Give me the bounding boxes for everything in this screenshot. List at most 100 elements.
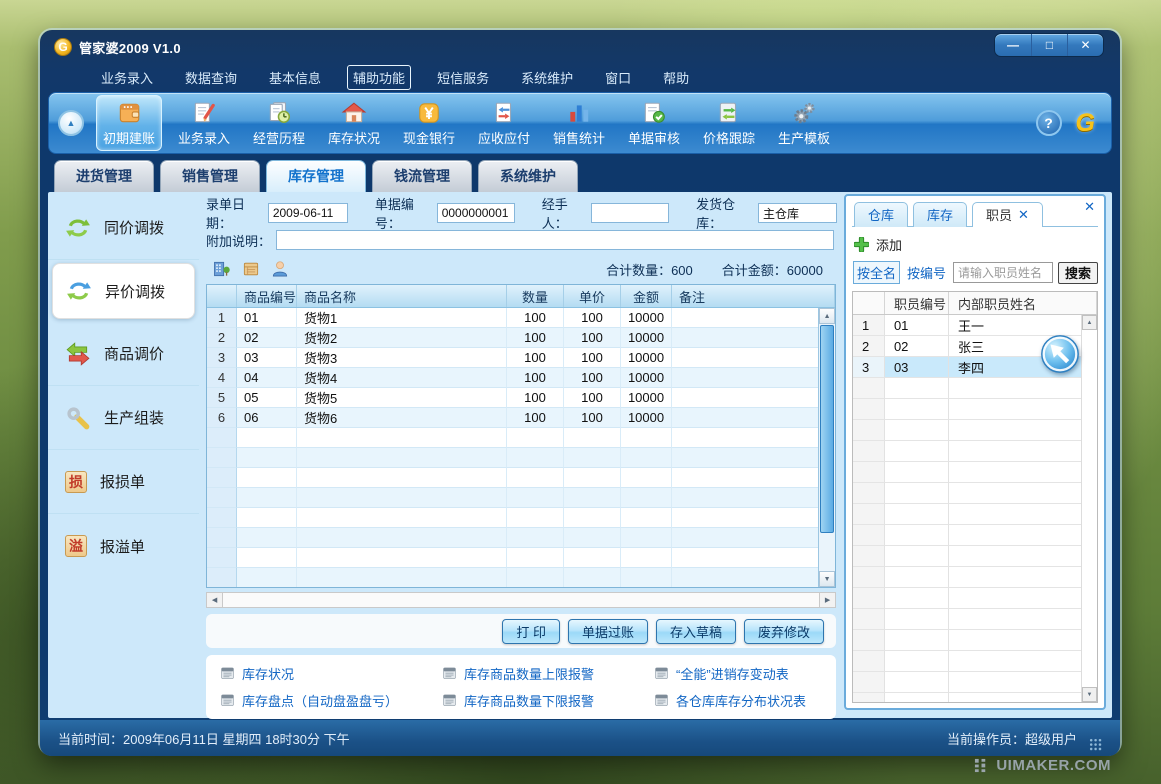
cell-quantity[interactable]: 100 <box>507 348 564 368</box>
cell-amount[interactable]: 10000 <box>621 308 672 328</box>
tab-purchase-management[interactable]: 进货管理 <box>54 160 154 192</box>
goods-box-icon[interactable] <box>241 259 261 279</box>
entry-date-field[interactable] <box>268 203 348 223</box>
toolbar-item-business-entry[interactable]: 业务录入 <box>171 95 237 151</box>
post-document-button[interactable]: 单据过账 <box>568 619 648 644</box>
cell-employee-code[interactable]: 01 <box>885 315 949 336</box>
cell-product-name[interactable]: 货物5 <box>297 388 507 408</box>
tab-sales-management[interactable]: 销售管理 <box>160 160 260 192</box>
resize-grip[interactable] <box>1089 738 1102 751</box>
maximize-button[interactable]: □ <box>1031 34 1067 56</box>
sidebar-item-price-adjustment[interactable]: 商品调价 <box>48 322 199 386</box>
menu-item-system-maintenance[interactable]: 系统维护 <box>515 65 579 90</box>
cell-unit-price[interactable]: 100 <box>564 368 621 388</box>
tab-cashflow-management[interactable]: 钱流管理 <box>372 160 472 192</box>
cell-product-name[interactable]: 货物3 <box>297 348 507 368</box>
sidebar-item-overflow-report[interactable]: 溢 报溢单 <box>48 514 199 578</box>
sidebar-item-loss-report[interactable]: 损 报损单 <box>48 450 199 514</box>
cell-amount[interactable]: 10000 <box>621 408 672 428</box>
tab-system-maintenance[interactable]: 系统维护 <box>478 160 578 192</box>
menu-item-basic-info[interactable]: 基本信息 <box>263 65 327 90</box>
menu-item-data-query[interactable]: 数据查询 <box>179 65 243 90</box>
cell-unit-price[interactable]: 100 <box>564 348 621 368</box>
scroll-up-icon[interactable]: ▲ <box>1082 315 1097 330</box>
company-building-icon[interactable] <box>212 259 232 279</box>
scroll-right-icon[interactable]: ▶ <box>819 593 835 607</box>
additional-note-field[interactable] <box>276 230 834 250</box>
filter-by-fullname[interactable]: 按全名 <box>853 261 900 284</box>
cell-note[interactable] <box>672 348 835 368</box>
menu-item-aux-functions[interactable]: 辅助功能 <box>347 65 411 90</box>
scroll-up-icon[interactable]: ▲ <box>819 308 835 324</box>
cell-unit-price[interactable]: 100 <box>564 388 621 408</box>
toolbar-item-business-history[interactable]: 经营历程 <box>246 95 312 151</box>
toolbar-item-cash-bank[interactable]: 现金银行 <box>396 95 462 151</box>
toolbar-item-receivable-payable[interactable]: 应收应付 <box>471 95 537 151</box>
employee-person-icon[interactable] <box>270 259 290 279</box>
tab-close-icon[interactable]: ✕ <box>1018 207 1029 223</box>
print-button[interactable]: 打 印 <box>502 619 560 644</box>
link-warehouse-distribution[interactable]: 各仓库库存分布状况表 <box>654 691 836 710</box>
discard-changes-button[interactable]: 废弃修改 <box>744 619 824 644</box>
save-draft-button[interactable]: 存入草稿 <box>656 619 736 644</box>
add-button[interactable]: 添加 <box>876 235 902 254</box>
scroll-left-icon[interactable]: ◀ <box>207 593 223 607</box>
tab-inventory[interactable]: 库存 <box>913 202 967 227</box>
cell-unit-price[interactable]: 100 <box>564 408 621 428</box>
cell-amount[interactable]: 10000 <box>621 388 672 408</box>
cell-unit-price[interactable]: 100 <box>564 308 621 328</box>
cell-quantity[interactable]: 100 <box>507 368 564 388</box>
shipping-warehouse-field[interactable] <box>758 203 837 223</box>
cell-employee-code[interactable]: 03 <box>885 357 949 378</box>
link-inventory-status[interactable]: 库存状况 <box>220 664 442 683</box>
menu-item-window[interactable]: 窗口 <box>599 65 637 90</box>
scroll-down-icon[interactable]: ▼ <box>1082 687 1097 702</box>
tab-warehouse[interactable]: 仓库 <box>854 202 908 227</box>
cell-product-code[interactable]: 06 <box>237 408 297 428</box>
cell-quantity[interactable]: 100 <box>507 408 564 428</box>
menu-item-help[interactable]: 帮助 <box>657 65 695 90</box>
employee-search-input[interactable] <box>953 262 1053 283</box>
vertical-scrollbar[interactable]: ▲ ▼ <box>818 308 835 587</box>
cell-unit-price[interactable]: 100 <box>564 328 621 348</box>
sidebar-item-same-price-transfer[interactable]: 同价调拨 <box>48 196 199 260</box>
employee-scrollbar[interactable]: ▲ ▼ <box>1081 315 1097 702</box>
cell-quantity[interactable]: 100 <box>507 388 564 408</box>
menu-item-sms-service[interactable]: 短信服务 <box>431 65 495 90</box>
cell-product-code[interactable]: 02 <box>237 328 297 348</box>
cell-amount[interactable]: 10000 <box>621 348 672 368</box>
cell-product-code[interactable]: 01 <box>237 308 297 328</box>
cell-quantity[interactable]: 100 <box>507 328 564 348</box>
horizontal-scrollbar[interactable]: ◀ ▶ <box>206 592 836 608</box>
cell-note[interactable] <box>672 328 835 348</box>
search-button[interactable]: 搜索 <box>1058 262 1098 284</box>
brand-logo-icon[interactable]: G <box>1076 109 1095 138</box>
link-almighty-flow-report[interactable]: “全能”进销存变动表 <box>654 664 836 683</box>
cell-note[interactable] <box>672 388 835 408</box>
toolbar-item-sales-statistics[interactable]: 销售统计 <box>546 95 612 151</box>
help-icon[interactable]: ? <box>1036 110 1062 136</box>
toolbar-item-price-tracking[interactable]: 价格跟踪 <box>696 95 762 151</box>
close-button[interactable]: ✕ <box>1067 34 1103 56</box>
menu-item-business-entry[interactable]: 业务录入 <box>95 65 159 90</box>
toolbar-item-production-template[interactable]: 生产模板 <box>771 95 837 151</box>
handler-field[interactable] <box>591 203 669 223</box>
toolbar-item-document-audit[interactable]: 单据审核 <box>621 95 687 151</box>
toolbar-collapse-button[interactable]: ▲ <box>58 110 84 136</box>
cell-product-name[interactable]: 货物4 <box>297 368 507 388</box>
cell-quantity[interactable]: 100 <box>507 308 564 328</box>
cell-employee-code[interactable]: 02 <box>885 336 949 357</box>
cell-product-name[interactable]: 货物6 <box>297 408 507 428</box>
minimize-button[interactable]: — <box>995 34 1031 56</box>
cell-note[interactable] <box>672 408 835 428</box>
cell-product-code[interactable]: 03 <box>237 348 297 368</box>
tab-inventory-management[interactable]: 库存管理 <box>266 160 366 192</box>
cell-amount[interactable]: 10000 <box>621 328 672 348</box>
tab-employee[interactable]: 职员 ✕ <box>972 202 1043 227</box>
cell-product-code[interactable]: 05 <box>237 388 297 408</box>
cell-product-name[interactable]: 货物1 <box>297 308 507 328</box>
cell-product-code[interactable]: 04 <box>237 368 297 388</box>
toolbar-item-inventory-status[interactable]: 库存状况 <box>321 95 387 151</box>
sidebar-item-diff-price-transfer[interactable]: 异价调拨 <box>52 263 195 319</box>
toolbar-item-initial-setup[interactable]: 初期建账 <box>96 95 162 151</box>
